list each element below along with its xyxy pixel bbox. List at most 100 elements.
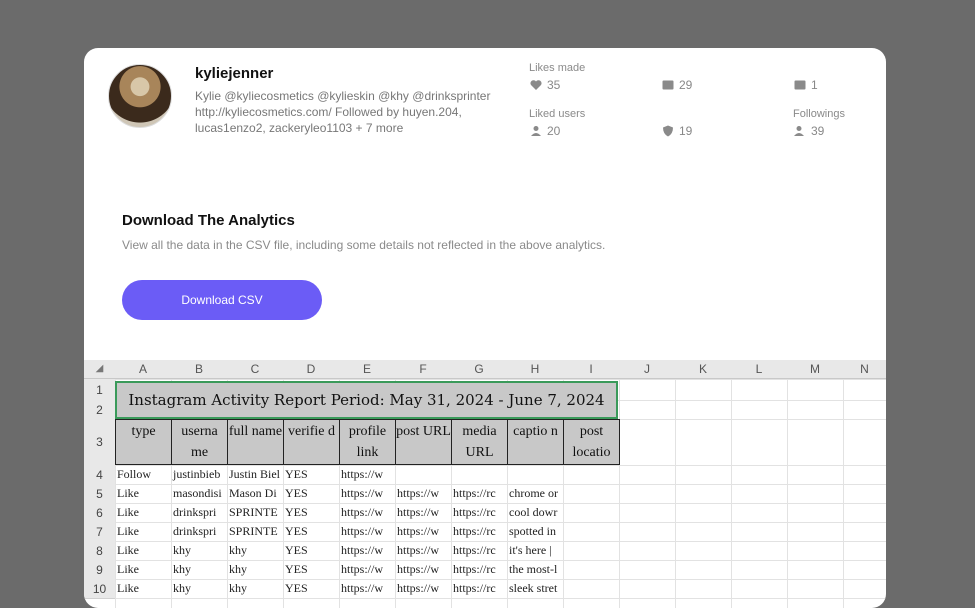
- table-cell[interactable]: Justin Biel: [227, 465, 283, 484]
- table-cell[interactable]: https://w: [339, 484, 395, 503]
- table-cell[interactable]: Like: [115, 484, 171, 503]
- table-cell[interactable]: it's here |: [507, 541, 563, 560]
- table-cell[interactable]: spotted in: [507, 522, 563, 541]
- header-cell[interactable]: captio n: [507, 419, 564, 465]
- table-cell[interactable]: [563, 541, 619, 560]
- table-cell[interactable]: https://w: [395, 579, 451, 598]
- column-header-i[interactable]: I: [563, 360, 620, 379]
- table-cell[interactable]: YES: [283, 465, 339, 484]
- table-cell[interactable]: https://rc: [451, 484, 507, 503]
- table-cell[interactable]: Follow: [115, 465, 171, 484]
- table-cell[interactable]: khy: [227, 541, 283, 560]
- table-cell[interactable]: Like: [115, 522, 171, 541]
- header-cell[interactable]: media URL: [451, 419, 508, 465]
- table-cell[interactable]: [451, 465, 507, 484]
- table-cell[interactable]: drinkspri: [171, 522, 227, 541]
- table-cell[interactable]: YES: [283, 579, 339, 598]
- table-cell[interactable]: YES: [283, 560, 339, 579]
- row-header-7[interactable]: 7: [84, 522, 116, 542]
- report-title-cell[interactable]: Instagram Activity Report Period: May 31…: [115, 381, 618, 419]
- table-cell[interactable]: [507, 465, 563, 484]
- table-cell[interactable]: https://rc: [451, 503, 507, 522]
- table-cell[interactable]: Like: [115, 503, 171, 522]
- table-cell[interactable]: khy: [171, 541, 227, 560]
- table-cell[interactable]: https://w: [395, 560, 451, 579]
- table-cell[interactable]: https://w: [395, 541, 451, 560]
- row-header-5[interactable]: 5: [84, 484, 116, 504]
- table-cell[interactable]: https://w: [339, 579, 395, 598]
- header-cell[interactable]: post locatio: [563, 419, 620, 465]
- row-header-6[interactable]: 6: [84, 503, 116, 523]
- table-cell[interactable]: sleek stret: [507, 579, 563, 598]
- download-csv-button[interactable]: Download CSV: [122, 280, 322, 320]
- table-cell[interactable]: masondisi: [171, 484, 227, 503]
- column-header-g[interactable]: G: [451, 360, 508, 379]
- sheet-corner[interactable]: ◢: [84, 360, 116, 379]
- row-header-4[interactable]: 4: [84, 465, 116, 485]
- header-cell[interactable]: full name: [227, 419, 284, 465]
- table-cell[interactable]: https://w: [395, 522, 451, 541]
- table-cell[interactable]: Mason Di: [227, 484, 283, 503]
- table-cell[interactable]: [563, 465, 619, 484]
- table-cell[interactable]: SPRINTE: [227, 522, 283, 541]
- table-cell[interactable]: justinbieb: [171, 465, 227, 484]
- table-cell[interactable]: [563, 560, 619, 579]
- table-cell[interactable]: [563, 503, 619, 522]
- table-cell[interactable]: YES: [283, 484, 339, 503]
- table-cell[interactable]: [395, 465, 451, 484]
- table-cell[interactable]: khy: [227, 560, 283, 579]
- table-cell[interactable]: https://rc: [451, 560, 507, 579]
- column-header-j[interactable]: J: [619, 360, 676, 379]
- table-cell[interactable]: Like: [115, 541, 171, 560]
- header-cell[interactable]: post URL: [395, 419, 452, 465]
- table-cell[interactable]: https://w: [339, 503, 395, 522]
- column-header-f[interactable]: F: [395, 360, 452, 379]
- table-cell[interactable]: https://w: [339, 465, 395, 484]
- column-header-b[interactable]: B: [171, 360, 228, 379]
- header-cell[interactable]: userna me: [171, 419, 228, 465]
- table-cell[interactable]: the most-l: [507, 560, 563, 579]
- table-cell[interactable]: https://rc: [451, 541, 507, 560]
- column-header-a[interactable]: A: [115, 360, 172, 379]
- row-header-10[interactable]: 10: [84, 579, 116, 599]
- spreadsheet[interactable]: ◢ A B C D E F G H I J K L M N 1 2 3 4 5 6 7 8 9 10 Instagram Acti…: [84, 360, 886, 608]
- table-cell[interactable]: khy: [171, 579, 227, 598]
- header-cell[interactable]: type: [115, 419, 172, 465]
- table-cell[interactable]: cool dowr: [507, 503, 563, 522]
- table-cell[interactable]: YES: [283, 522, 339, 541]
- table-cell[interactable]: https://w: [395, 503, 451, 522]
- column-header-e[interactable]: E: [339, 360, 396, 379]
- row-header-3[interactable]: 3: [84, 419, 116, 466]
- column-header-h[interactable]: H: [507, 360, 564, 379]
- column-header-c[interactable]: C: [227, 360, 284, 379]
- table-cell[interactable]: https://rc: [451, 579, 507, 598]
- table-cell[interactable]: [563, 484, 619, 503]
- column-header-m[interactable]: M: [787, 360, 844, 379]
- table-cell[interactable]: Like: [115, 560, 171, 579]
- table-cell[interactable]: Like: [115, 579, 171, 598]
- row-header-9[interactable]: 9: [84, 560, 116, 580]
- header-cell[interactable]: verifie d: [283, 419, 340, 465]
- table-cell[interactable]: https://w: [339, 522, 395, 541]
- table-cell[interactable]: khy: [227, 579, 283, 598]
- row-header-1[interactable]: 1: [84, 379, 116, 401]
- column-header-d[interactable]: D: [283, 360, 340, 379]
- column-header-k[interactable]: K: [675, 360, 732, 379]
- column-header-n[interactable]: N: [843, 360, 886, 379]
- table-cell[interactable]: https://w: [339, 560, 395, 579]
- table-cell[interactable]: https://rc: [451, 522, 507, 541]
- row-header-2[interactable]: 2: [84, 400, 116, 420]
- table-cell[interactable]: https://w: [395, 484, 451, 503]
- row-header-8[interactable]: 8: [84, 541, 116, 561]
- header-cell[interactable]: profile link: [339, 419, 396, 465]
- table-cell[interactable]: [563, 522, 619, 541]
- table-cell[interactable]: SPRINTE: [227, 503, 283, 522]
- table-cell[interactable]: https://w: [339, 541, 395, 560]
- table-cell[interactable]: [563, 579, 619, 598]
- table-cell[interactable]: chrome or: [507, 484, 563, 503]
- table-cell[interactable]: YES: [283, 541, 339, 560]
- table-cell[interactable]: drinkspri: [171, 503, 227, 522]
- table-cell[interactable]: YES: [283, 503, 339, 522]
- table-cell[interactable]: khy: [171, 560, 227, 579]
- column-header-l[interactable]: L: [731, 360, 788, 379]
